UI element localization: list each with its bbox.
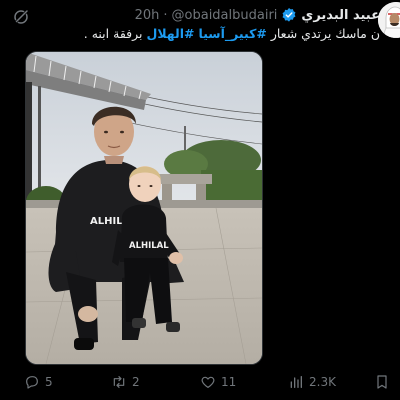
heart-icon <box>200 374 216 390</box>
reply-count: 5 <box>45 375 53 389</box>
tweet-text-after: برفقة ابنه . <box>83 26 147 41</box>
hashtag-link[interactable]: #كبير_آسيا <box>199 26 267 41</box>
views-count: 2.3K <box>309 375 336 389</box>
grok-icon[interactable] <box>12 8 30 26</box>
verified-badge-icon <box>281 7 297 23</box>
hashtag-link[interactable]: #الهلال <box>146 26 194 41</box>
views-icon <box>288 374 304 390</box>
separator-dot: · <box>163 7 168 23</box>
tweet-timestamp[interactable]: 20h <box>135 8 160 23</box>
tweet-photo[interactable]: ALHILAL ALHILAL <box>25 51 263 365</box>
child-shirt-text: ALHILAL <box>129 241 169 251</box>
reply-icon <box>24 374 40 390</box>
bookmark-button[interactable] <box>374 372 390 392</box>
author-avatar[interactable] <box>378 2 400 38</box>
tweet-action-bar: 5 2 11 2.3K <box>0 370 400 394</box>
author-handle[interactable]: @obaidalbudairi <box>172 8 278 23</box>
repost-icon <box>111 374 127 390</box>
tweet-header: عبيد البديري @obaidalbudairi · 20h <box>135 7 380 23</box>
reply-button[interactable]: 5 <box>24 372 53 392</box>
views-button[interactable]: 2.3K <box>288 372 336 392</box>
tweet-text: ن ماسك يرتدي شعار #كبير_آسيا #الهلال برف… <box>10 26 380 42</box>
repost-button[interactable]: 2 <box>111 372 140 392</box>
like-button[interactable]: 11 <box>200 372 236 392</box>
tweet[interactable]: عبيد البديري @obaidalbudairi · 20h ن ماس… <box>0 0 400 400</box>
like-count: 11 <box>221 375 237 389</box>
tweet-text-before: ن ماسك يرتدي شعار <box>266 26 380 41</box>
repost-count: 2 <box>132 375 140 389</box>
author-display-name[interactable]: عبيد البديري <box>301 8 380 23</box>
bookmark-icon <box>374 374 390 390</box>
